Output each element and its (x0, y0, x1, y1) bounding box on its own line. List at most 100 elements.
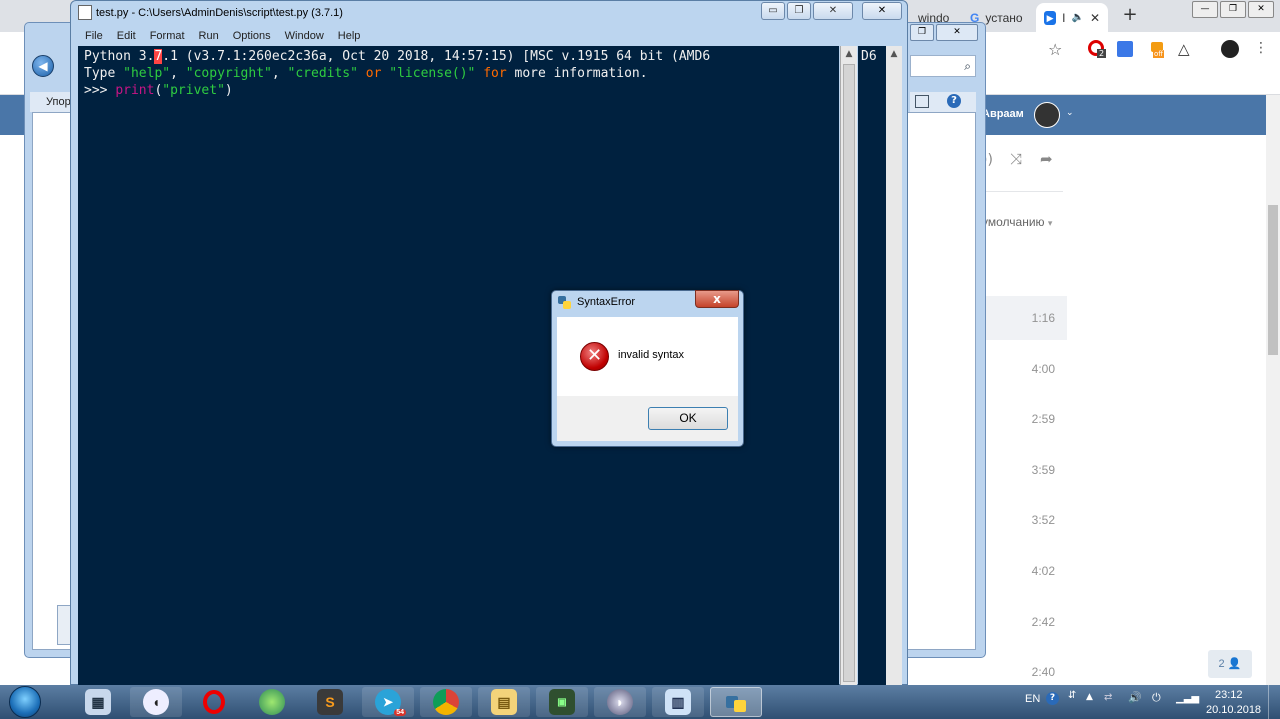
track-duration: 2:42 (1031, 615, 1055, 629)
organize-button[interactable]: Упор (30, 96, 71, 108)
shell-string: "license()" (389, 66, 476, 81)
explorer-window-controls: ❐ ✕ (910, 24, 980, 42)
signal-icon[interactable]: ▁▃▅ (1176, 693, 1199, 704)
user-icon: 👤 (1227, 658, 1242, 670)
drive-icon[interactable]: △ (1178, 40, 1190, 58)
taskbar-chrome[interactable] (420, 687, 472, 717)
menu-run[interactable]: Run (198, 29, 220, 45)
menu-options[interactable]: Options (232, 29, 272, 45)
taskbar-network[interactable]: ▥ (652, 687, 704, 717)
start-button[interactable] (6, 685, 44, 719)
taskbar-app-penguin[interactable]: ◖ (130, 687, 182, 717)
restore-icon[interactable]: ❐ (787, 2, 811, 20)
menu-edit[interactable]: Edit (116, 29, 137, 45)
taskbar-calculator[interactable]: ▦ (72, 687, 124, 717)
browser-window-controls: — ❐ ✕ (1192, 1, 1274, 18)
close-icon[interactable]: ✕ (936, 24, 978, 41)
restore-icon[interactable]: ❐ (910, 24, 934, 41)
shell-line-2: Type "help", "copyright", "credits" or "… (84, 66, 648, 81)
extension-opera-icon[interactable]: 2 (1088, 40, 1108, 60)
taskbar-terminal[interactable]: ▣ (536, 687, 588, 717)
close-icon[interactable]: ✕ (813, 2, 853, 20)
taskbar-telegram[interactable]: ➤ 54 (362, 687, 414, 717)
shell-string: "help" (123, 66, 171, 81)
help-icon[interactable]: ? (1046, 692, 1059, 705)
speaker-icon: 🔈 (1071, 12, 1084, 23)
menu-window[interactable]: Window (284, 29, 325, 45)
media-player-icon: ◗ (607, 689, 633, 715)
track-duration: 3:59 (1031, 463, 1055, 477)
idle-window-title: test.py - C:\Users\AdminDenis\script\tes… (96, 7, 343, 19)
profile-avatar[interactable] (1221, 40, 1239, 58)
windows-logo-icon (9, 686, 41, 718)
vk-avatar[interactable] (1034, 102, 1060, 128)
close-icon[interactable]: ✕ (1248, 1, 1274, 18)
track-row[interactable]: 2:59 (980, 397, 1067, 441)
taskbar-explorer[interactable]: ▤ (478, 687, 530, 717)
bookmark-star-icon[interactable]: ☆ (1048, 40, 1062, 59)
preview-pane-icon[interactable] (915, 95, 929, 108)
track-row[interactable]: 4:02 (980, 549, 1067, 593)
shell-string: "credits" (287, 66, 358, 81)
taskbar-media[interactable]: ◗ (594, 687, 646, 717)
shell-keyword: for (475, 66, 507, 81)
taskbar-globe[interactable] (246, 687, 298, 717)
translate-icon[interactable] (1117, 41, 1133, 57)
close-tab-icon[interactable]: ✕ (1090, 11, 1100, 25)
sort-selector[interactable]: умолчанию ▾ (982, 215, 1052, 229)
scrollbar-thumb[interactable] (843, 64, 855, 682)
extension-bag-icon[interactable]: off (1148, 40, 1168, 60)
menu-format[interactable]: Format (149, 29, 186, 45)
taskbar-sublime[interactable]: S (304, 687, 356, 717)
volume-icon[interactable]: 🔊 (1128, 691, 1142, 704)
pin-icon[interactable]: ⇵ (1068, 690, 1076, 701)
chevron-down-icon[interactable]: ⌄ (1066, 108, 1074, 118)
track-row[interactable]: 4:00 (980, 347, 1067, 391)
network-icon[interactable]: ⇄ (1104, 692, 1112, 703)
clock-date[interactable]: 20.10.2018 (1206, 704, 1261, 716)
minimize-icon[interactable]: ▭ (761, 2, 785, 20)
track-duration: 1:16 (1031, 311, 1055, 325)
shell-keyword: or (357, 66, 390, 81)
clock-time[interactable]: 23:12 (1215, 689, 1243, 701)
close-icon[interactable]: x (695, 290, 739, 308)
restore-icon[interactable]: ❐ (1220, 1, 1246, 18)
language-indicator[interactable]: EN (1025, 693, 1040, 705)
show-desktop-button[interactable] (1268, 685, 1280, 719)
explorer-search-input[interactable]: ⌕ (910, 55, 976, 77)
back-arrow-icon[interactable]: ◀ (32, 55, 54, 77)
page-scrollbar[interactable] (1266, 95, 1280, 685)
browser-tab-label: I (1062, 10, 1066, 25)
vk-friends-online[interactable]: 2 👤 (1208, 650, 1252, 678)
scroll-up-icon[interactable]: ▲ (841, 46, 857, 62)
new-tab-button[interactable]: + (1118, 4, 1142, 28)
close-icon[interactable]: ✕ (862, 2, 902, 20)
help-icon[interactable]: ? (947, 94, 961, 108)
track-row[interactable]: 1:16 (980, 296, 1067, 340)
menu-file[interactable]: File (84, 29, 104, 45)
taskbar-opera[interactable] (188, 687, 240, 717)
extension-badge: off (1153, 50, 1165, 58)
minimize-icon[interactable]: — (1192, 1, 1218, 18)
shell-scrollbar[interactable]: ▲ (886, 46, 902, 685)
shell-scrollbar[interactable]: ▲ (840, 46, 857, 685)
track-row[interactable]: 3:59 (980, 448, 1067, 492)
taskbar-python[interactable] (710, 687, 762, 717)
vk-user-name[interactable]: Авраам (982, 108, 1024, 120)
share-icon[interactable]: ➦ (1040, 150, 1053, 168)
browser-tab-active[interactable]: ▶ I 🔈 ✕ (1036, 3, 1108, 32)
menu-help[interactable]: Help (337, 29, 362, 45)
globe-icon (259, 689, 285, 715)
shuffle-icon[interactable]: ⤨ (1010, 150, 1022, 168)
scroll-up-icon[interactable]: ▲ (886, 46, 902, 62)
track-row[interactable]: 2:42 (980, 600, 1067, 644)
show-hidden-icons[interactable]: ▲ (1086, 692, 1093, 702)
shell-text: , (170, 66, 186, 81)
track-row[interactable]: 3:52 (980, 498, 1067, 542)
browser-menu-icon[interactable]: ⋮ (1254, 40, 1268, 56)
sort-label: умолчанию (982, 215, 1045, 229)
scrollbar-thumb[interactable] (1268, 205, 1278, 355)
ok-button[interactable]: OK (648, 407, 728, 430)
power-icon[interactable]: ⏻ (1152, 691, 1161, 705)
python-file-icon (78, 5, 92, 20)
